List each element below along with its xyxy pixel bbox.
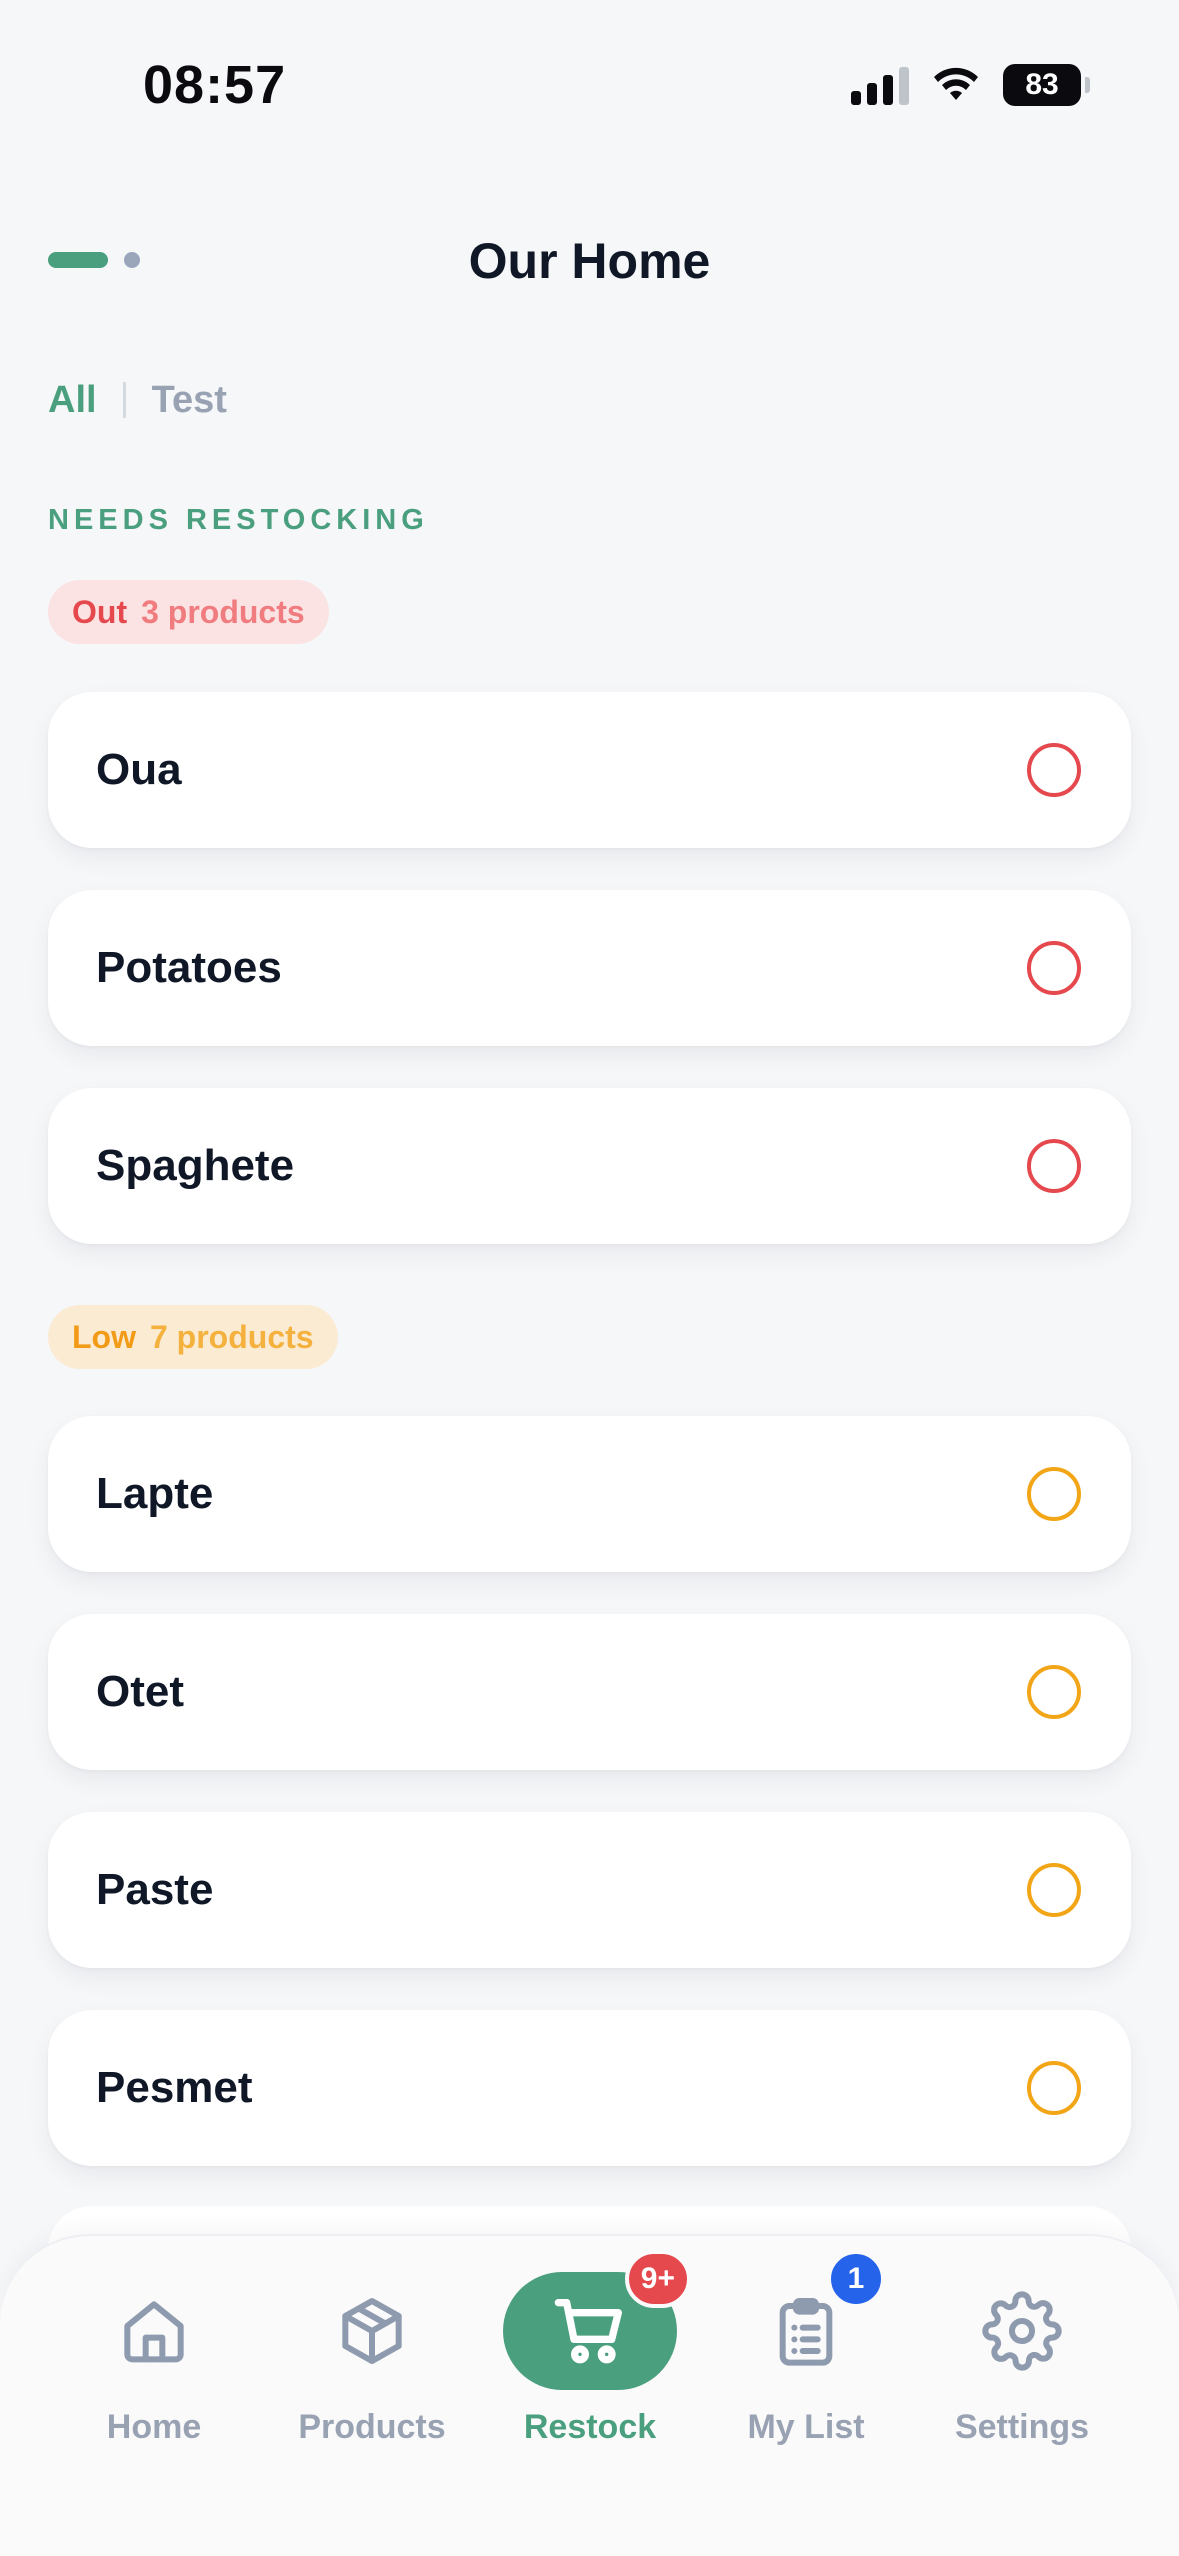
- product-name: Pesmet: [96, 2063, 253, 2112]
- screen: 08:57 83 Our Home All Test NEEDS RESTOCK…: [0, 0, 1179, 2556]
- product-name: Spaghete: [96, 1141, 295, 1190]
- product-card[interactable]: Lapte: [48, 1416, 1131, 1572]
- tab-home[interactable]: Home: [54, 2272, 254, 2472]
- restock-count-badge: 9+: [624, 2250, 691, 2308]
- tab-settings-label: Settings: [954, 2408, 1090, 2446]
- low-status-toggle[interactable]: [1027, 2061, 1081, 2115]
- low-status-toggle[interactable]: [1027, 1665, 1081, 1719]
- product-card[interactable]: Pesmet: [48, 2010, 1131, 2166]
- low-status-toggle[interactable]: [1027, 1467, 1081, 1521]
- tab-products[interactable]: Products: [272, 2272, 472, 2472]
- cart-icon: [554, 2299, 622, 2364]
- out-badge-label: Out: [72, 593, 128, 630]
- low-status-toggle[interactable]: [1027, 1863, 1081, 1917]
- out-status-toggle[interactable]: [1027, 1139, 1081, 1193]
- home-icon: [124, 2301, 184, 2363]
- out-status-toggle[interactable]: [1027, 941, 1081, 995]
- tab-products-label: Products: [298, 2408, 446, 2446]
- product-name: Lapte: [96, 1469, 214, 1518]
- filter-tab-all[interactable]: All: [48, 379, 97, 422]
- tab-bar: Home Products 9+ Restock 1 My List Setti…: [0, 2234, 1179, 2556]
- out-status-badge: Out 3 products: [48, 580, 329, 644]
- product-card[interactable]: Paste: [48, 1812, 1131, 1968]
- tab-settings[interactable]: Settings: [922, 2272, 1122, 2472]
- my-list-count-badge: 1: [827, 2250, 885, 2308]
- header: Our Home: [0, 220, 1179, 300]
- tab-my-list-label: My List: [747, 2408, 865, 2446]
- low-badge-label: Low: [72, 1318, 136, 1355]
- product-name: Oua: [96, 745, 182, 794]
- filter-tab-test[interactable]: Test: [152, 379, 227, 422]
- product-card[interactable]: Otet: [48, 1614, 1131, 1770]
- product-card[interactable]: Spaghete: [48, 1088, 1131, 1244]
- out-badge-count: 3 products: [141, 593, 305, 630]
- product-name: Potatoes: [96, 943, 282, 992]
- status-indicators: 83: [851, 64, 1090, 106]
- product-card[interactable]: Oua: [48, 692, 1131, 848]
- tab-my-list[interactable]: 1 My List: [706, 2250, 906, 2472]
- low-status-badge: Low 7 products: [48, 1305, 338, 1369]
- tab-home-label: Home: [106, 2408, 202, 2446]
- section-label: NEEDS RESTOCKING: [48, 504, 429, 536]
- low-badge-count: 7 products: [149, 1318, 314, 1355]
- clipboard-list-icon: [779, 2298, 833, 2366]
- package-icon: [342, 2298, 402, 2364]
- product-card[interactable]: Potatoes: [48, 890, 1131, 1046]
- tab-restock-label: Restock: [523, 2408, 657, 2446]
- filter-tabs: All Test: [48, 376, 227, 424]
- out-status-toggle[interactable]: [1027, 743, 1081, 797]
- status-time: 08:57: [143, 55, 287, 115]
- gear-icon: [982, 2291, 1062, 2371]
- product-name: Otet: [96, 1667, 184, 1716]
- page-title: Our Home: [468, 233, 711, 289]
- status-bar: 08:57 83: [0, 0, 1179, 170]
- tab-restock[interactable]: 9+ Restock: [490, 2250, 691, 2472]
- filter-divider: [122, 382, 126, 418]
- cellular-signal-icon: [851, 65, 909, 105]
- product-name: Paste: [96, 1865, 214, 1914]
- battery-icon: 83: [1003, 64, 1090, 106]
- wifi-icon: [934, 67, 978, 100]
